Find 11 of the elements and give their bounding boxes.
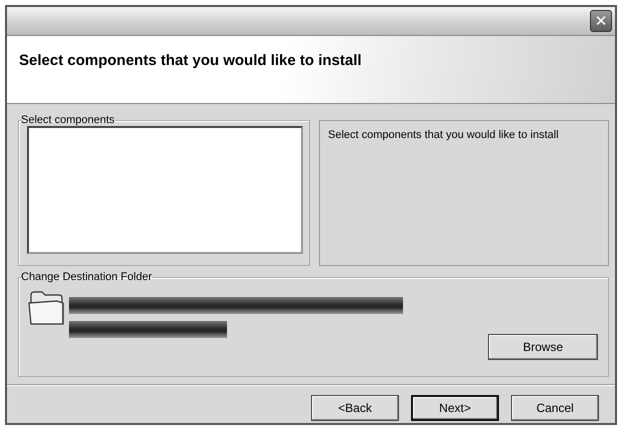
components-list[interactable]: [27, 126, 303, 254]
folder-icon: [27, 289, 67, 327]
browse-button[interactable]: Browse: [488, 334, 598, 360]
header-title: Select components that you would like to install: [19, 52, 362, 69]
group-label: Select components: [21, 114, 115, 126]
dialog-button[interactable]: Cancel: [511, 395, 599, 421]
dialog-button[interactable]: <Back: [311, 395, 399, 421]
close-button[interactable]: ✕: [590, 10, 612, 32]
description-text: Select components that you would like to install: [328, 129, 559, 141]
group-label: Change Destination Folder: [21, 271, 152, 283]
dialog-button[interactable]: Next>: [411, 395, 499, 421]
